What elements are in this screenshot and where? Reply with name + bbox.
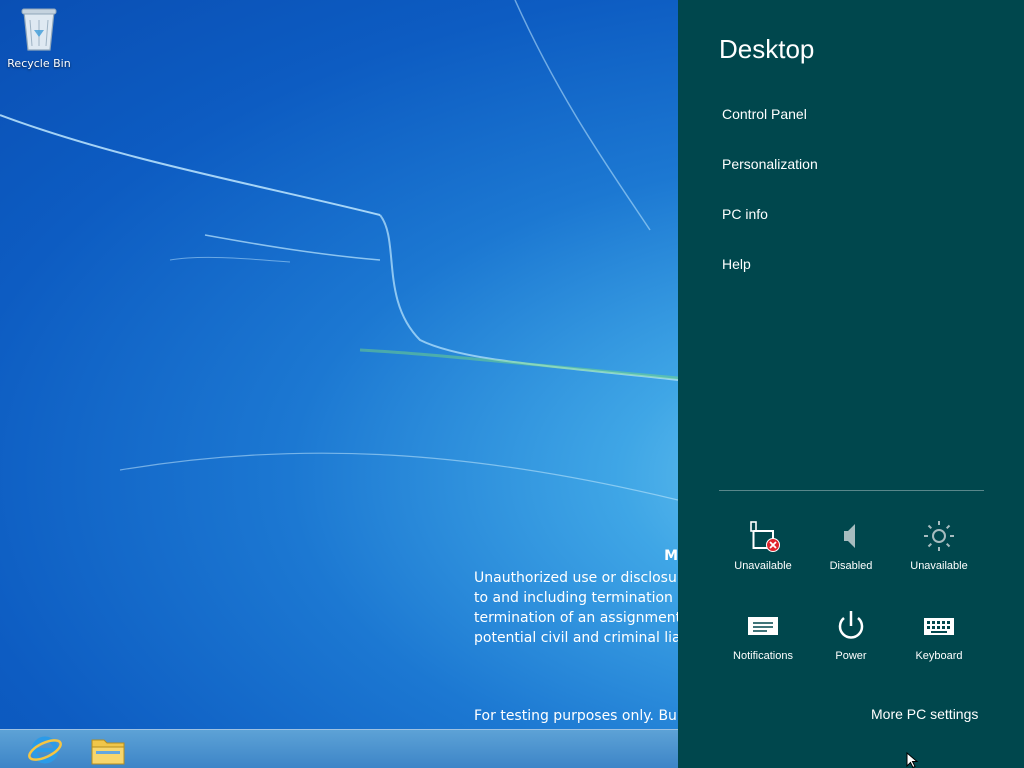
charm-title: Desktop [719, 34, 815, 64]
recycle-bin[interactable]: Recycle Bin [4, 6, 74, 70]
notifications-tile-label: Notifications [733, 650, 793, 662]
settings-charm-pane: Desktop Control Panel Personalization PC… [678, 0, 1024, 768]
notifications-tile[interactable]: Notifications [719, 608, 807, 678]
charm-divider [719, 490, 984, 491]
build-watermark: For testing purposes only. Build [474, 708, 678, 724]
help-link[interactable]: Help [722, 256, 751, 272]
network-tile[interactable]: Unavailable [719, 518, 807, 588]
legal-notice-title: M [664, 548, 678, 564]
legal-notice-line: potential civil and criminal liab [474, 630, 678, 646]
notifications-icon [748, 617, 778, 635]
recycle-bin-label: Recycle Bin [7, 57, 71, 70]
more-pc-settings-link[interactable]: More PC settings [871, 706, 978, 722]
taskbar-file-explorer[interactable] [82, 732, 134, 768]
taskbar-internet-explorer[interactable] [18, 732, 70, 768]
legal-notice: M Unauthorized use or disclosure to and … [474, 546, 678, 656]
legal-notice-line: Unauthorized use or disclosure [474, 570, 678, 586]
speaker-icon [844, 524, 855, 548]
brightness-tile[interactable]: Unavailable [895, 518, 983, 588]
legal-notice-line: termination of an assignment c [474, 610, 678, 626]
power-tile-label: Power [835, 650, 867, 662]
taskbar [0, 729, 678, 768]
internet-explorer-icon [28, 736, 62, 764]
personalization-link[interactable]: Personalization [722, 156, 818, 172]
mouse-cursor-icon [906, 752, 919, 768]
network-unavailable-icon [750, 521, 780, 552]
brightness-tile-label: Unavailable [910, 560, 968, 572]
brightness-icon [924, 521, 954, 551]
control-panel-link[interactable]: Control Panel [722, 106, 807, 122]
pc-info-link[interactable]: PC info [722, 206, 768, 222]
legal-notice-line: to and including termination o [474, 590, 678, 606]
file-explorer-icon [91, 739, 125, 765]
volume-tile-label: Disabled [829, 560, 873, 572]
keyboard-icon [924, 618, 954, 635]
keyboard-tile[interactable]: Keyboard [895, 608, 983, 678]
volume-tile[interactable]: Disabled [807, 518, 895, 588]
recycle-bin-icon [21, 8, 57, 51]
network-tile-label: Unavailable [734, 560, 792, 572]
keyboard-tile-label: Keyboard [915, 650, 963, 662]
power-icon [838, 611, 864, 639]
power-tile[interactable]: Power [807, 608, 895, 678]
